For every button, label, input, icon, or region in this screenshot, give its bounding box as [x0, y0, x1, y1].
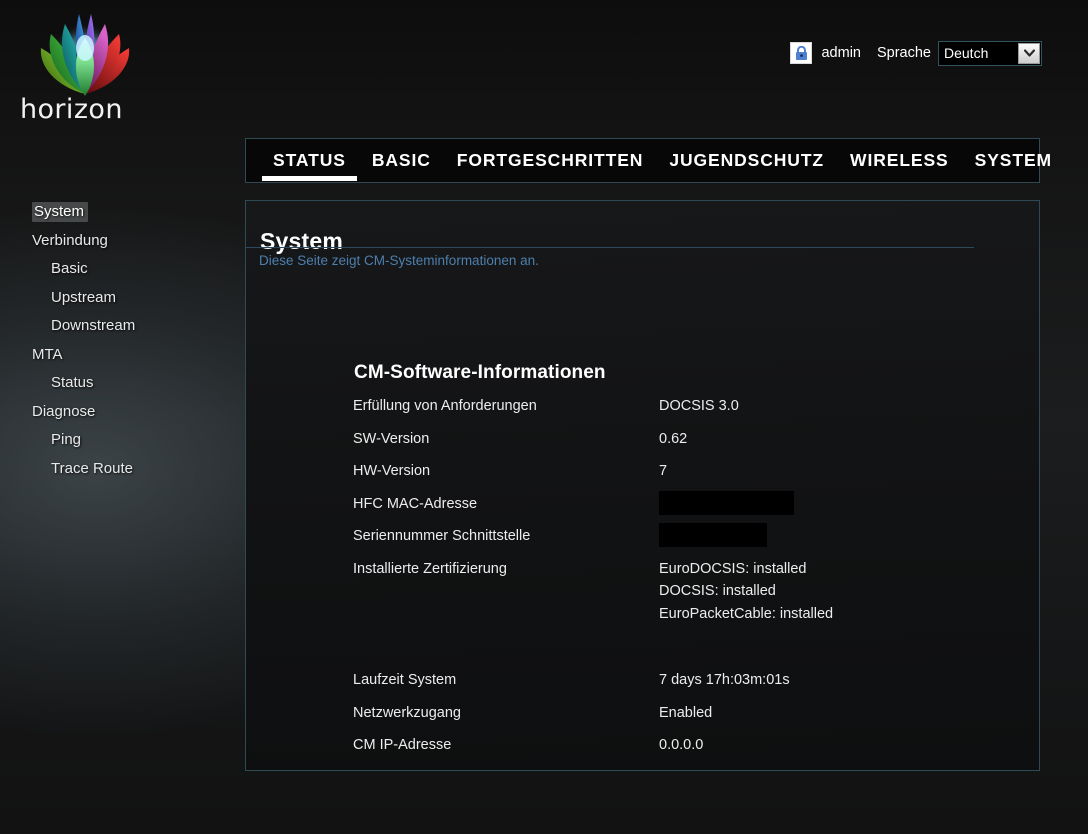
- info-value: 0.0.0.0: [659, 734, 703, 756]
- info-value: 0.62: [659, 428, 687, 450]
- brand-logo[interactable]: horizon: [18, 8, 218, 126]
- user-bar: admin Sprache Deutch: [790, 38, 1042, 68]
- redaction-bar: [659, 523, 767, 547]
- brand-wordmark: horizon: [20, 94, 123, 125]
- page-title: System: [260, 228, 343, 255]
- table-row: SW-Version0.62: [353, 428, 993, 461]
- language-label: Sprache: [877, 45, 931, 61]
- sidebar-item-label: Diagnose: [32, 403, 95, 420]
- info-value-multiline: EuroDOCSIS: installedDOCSIS: installedEu…: [659, 558, 833, 626]
- username-label: admin: [821, 45, 861, 61]
- sidebar-item-label: Ping: [51, 431, 81, 448]
- cert-line: EuroDOCSIS: installed: [659, 558, 833, 581]
- sidebar-item-ping[interactable]: Ping: [0, 426, 244, 455]
- router-admin-page: horizon System Verbindung Basic Upstream Dow…: [0, 0, 1088, 834]
- left-column: horizon System Verbindung Basic Upstream Dow…: [0, 0, 245, 834]
- system-info-table: Erfüllung von AnforderungenDOCSIS 3.0SW-…: [353, 395, 993, 767]
- sidebar-item-mta[interactable]: MTA: [0, 341, 244, 370]
- sidebar-item-diagnose[interactable]: Diagnose: [0, 398, 244, 427]
- sidebar-item-label: Upstream: [51, 289, 116, 306]
- info-label: Laufzeit System: [353, 669, 659, 691]
- sidebar-item-label: Status: [51, 374, 94, 391]
- table-row: Laufzeit System7 days 17h:03m:01s: [353, 669, 993, 702]
- table-row: CM IP-Adresse0.0.0.0: [353, 734, 993, 767]
- table-row: Installierte ZertifizierungEuroDOCSIS: i…: [353, 558, 993, 669]
- info-value: 7 days 17h:03m:01s: [659, 669, 790, 691]
- sidebar-item-upstream[interactable]: Upstream: [0, 284, 244, 313]
- chevron-down-glyph-icon: [1024, 49, 1035, 57]
- table-row: Seriennummer Schnittstelle: [353, 525, 993, 558]
- sidebar-item-verbindung[interactable]: Verbindung: [0, 227, 244, 256]
- sidebar-item-system[interactable]: System: [0, 198, 244, 227]
- sidebar-item-trace-route[interactable]: Trace Route: [0, 455, 244, 484]
- info-value: 7: [659, 460, 667, 482]
- content-panel: System Diese Seite zeigt CM-Systeminform…: [245, 200, 1040, 771]
- info-label: Erfüllung von Anforderungen: [353, 395, 659, 417]
- info-label: Netzwerkzugang: [353, 702, 659, 724]
- sidebar-item-label: System: [32, 202, 88, 222]
- info-label: HW-Version: [353, 460, 659, 482]
- info-label: Installierte Zertifizierung: [353, 558, 659, 580]
- nav-tab-status[interactable]: STATUS: [260, 139, 359, 182]
- table-row: Erfüllung von AnforderungenDOCSIS 3.0: [353, 395, 993, 428]
- sidebar-menu: System Verbindung Basic Upstream Downstream M…: [0, 198, 244, 483]
- redacted-value: [659, 493, 794, 522]
- table-row: HFC MAC-Adresse: [353, 493, 993, 526]
- nav-tab-basic[interactable]: BASIC: [359, 139, 444, 182]
- page-subtitle: Diese Seite zeigt CM-Systeminformationen…: [259, 253, 539, 268]
- nav-tab-wireless[interactable]: WIRELESS: [837, 139, 962, 182]
- sidebar-item-downstream[interactable]: Downstream: [0, 312, 244, 341]
- info-label: SW-Version: [353, 428, 659, 450]
- redaction-bar: [659, 491, 794, 515]
- language-select[interactable]: Deutch: [938, 41, 1042, 66]
- sidebar-item-label: Trace Route: [51, 460, 133, 477]
- sidebar-item-basic[interactable]: Basic: [0, 255, 244, 284]
- nav-tab-fortgeschritten[interactable]: FORTGESCHRITTEN: [444, 139, 657, 182]
- info-value: Enabled: [659, 702, 712, 724]
- sidebar-item-label: Downstream: [51, 317, 135, 334]
- language-selected-value: Deutch: [939, 45, 988, 61]
- sidebar-item-label: MTA: [32, 346, 63, 363]
- section-title: CM-Software-Informationen: [354, 362, 606, 384]
- sidebar-item-label: Basic: [51, 260, 88, 277]
- cert-line: DOCSIS: installed: [659, 580, 833, 603]
- table-row: NetzwerkzugangEnabled: [353, 702, 993, 735]
- title-divider: [246, 247, 974, 248]
- redacted-value: [659, 525, 767, 554]
- horizon-lotus-logo-icon: [33, 8, 137, 100]
- main-navigation: STATUSBASICFORTGESCHRITTENJUGENDSCHUTZWI…: [245, 138, 1040, 183]
- info-label: CM IP-Adresse: [353, 734, 659, 756]
- info-label: Seriennummer Schnittstelle: [353, 525, 659, 547]
- lock-icon: [790, 42, 812, 64]
- info-value: DOCSIS 3.0: [659, 395, 739, 417]
- lock-glyph-icon: [795, 46, 808, 61]
- info-label: HFC MAC-Adresse: [353, 493, 659, 515]
- chevron-down-icon[interactable]: [1018, 43, 1040, 64]
- cert-line: EuroPacketCable: installed: [659, 603, 833, 626]
- sidebar-item-label: Verbindung: [32, 232, 108, 249]
- table-row: HW-Version7: [353, 460, 993, 493]
- sidebar-item-status[interactable]: Status: [0, 369, 244, 398]
- nav-tab-system[interactable]: SYSTEM: [962, 139, 1065, 182]
- nav-tab-jugendschutz[interactable]: JUGENDSCHUTZ: [656, 139, 837, 182]
